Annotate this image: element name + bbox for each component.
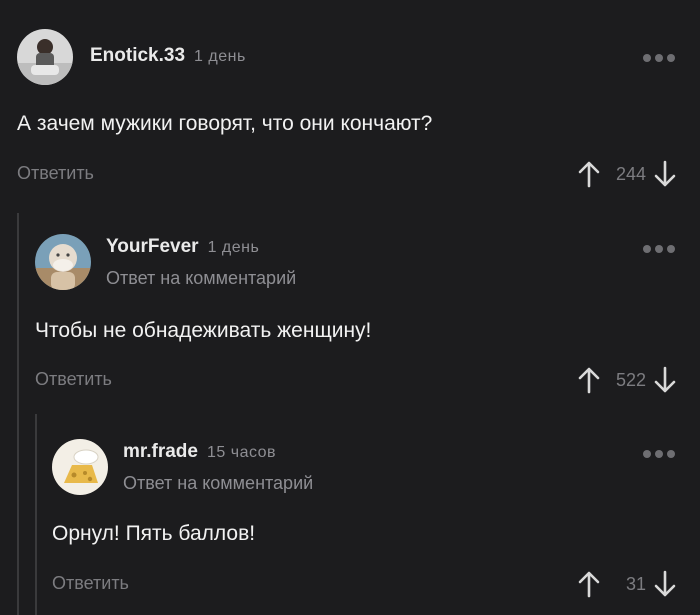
- comment: mr.frade 15 часов Ответ на комментарий О…: [0, 410, 700, 615]
- arrow-up-icon[interactable]: [578, 160, 600, 188]
- username[interactable]: mr.frade: [123, 441, 198, 463]
- username[interactable]: YourFever: [106, 236, 199, 258]
- arrow-down-icon[interactable]: [654, 570, 676, 598]
- username[interactable]: Enotick.33: [90, 45, 185, 67]
- avatar[interactable]: [35, 234, 91, 290]
- vote-count: 522: [615, 369, 646, 390]
- avatar[interactable]: [52, 439, 108, 495]
- timestamp: 1 день: [207, 239, 260, 256]
- timestamp: 1 день: [194, 48, 246, 65]
- vote-count: 31: [625, 573, 646, 594]
- timestamp: 15 часов: [206, 444, 277, 461]
- comment: Enotick.33 1 день А зачем мужики говорят…: [0, 0, 700, 200]
- comment-text: Орнул! Пять баллов!: [52, 522, 256, 545]
- more-options-icon[interactable]: [643, 245, 675, 253]
- vote-count: 244: [615, 163, 646, 184]
- reply-note[interactable]: Ответ на комментарий: [123, 473, 313, 494]
- more-options-icon[interactable]: [643, 54, 675, 62]
- arrow-up-icon[interactable]: [578, 366, 600, 394]
- arrow-down-icon[interactable]: [654, 160, 676, 188]
- reply-button[interactable]: Ответить: [17, 163, 94, 184]
- arrow-down-icon[interactable]: [654, 366, 676, 394]
- vote-controls: 522: [578, 366, 676, 394]
- reply-button[interactable]: Ответить: [35, 369, 112, 390]
- avatar[interactable]: [17, 29, 73, 85]
- comment: YourFever 1 день Ответ на комментарий Чт…: [0, 205, 700, 410]
- arrow-up-icon[interactable]: [578, 570, 600, 598]
- vote-controls: 31: [578, 570, 676, 598]
- vote-controls: 244: [578, 160, 676, 188]
- reply-button[interactable]: Ответить: [52, 573, 129, 594]
- more-options-icon[interactable]: [643, 450, 675, 458]
- comment-text: А зачем мужики говорят, что они кончают?: [17, 112, 433, 135]
- reply-note[interactable]: Ответ на комментарий: [106, 268, 296, 289]
- comment-text: Чтобы не обнадеживать женщину!: [35, 319, 372, 342]
